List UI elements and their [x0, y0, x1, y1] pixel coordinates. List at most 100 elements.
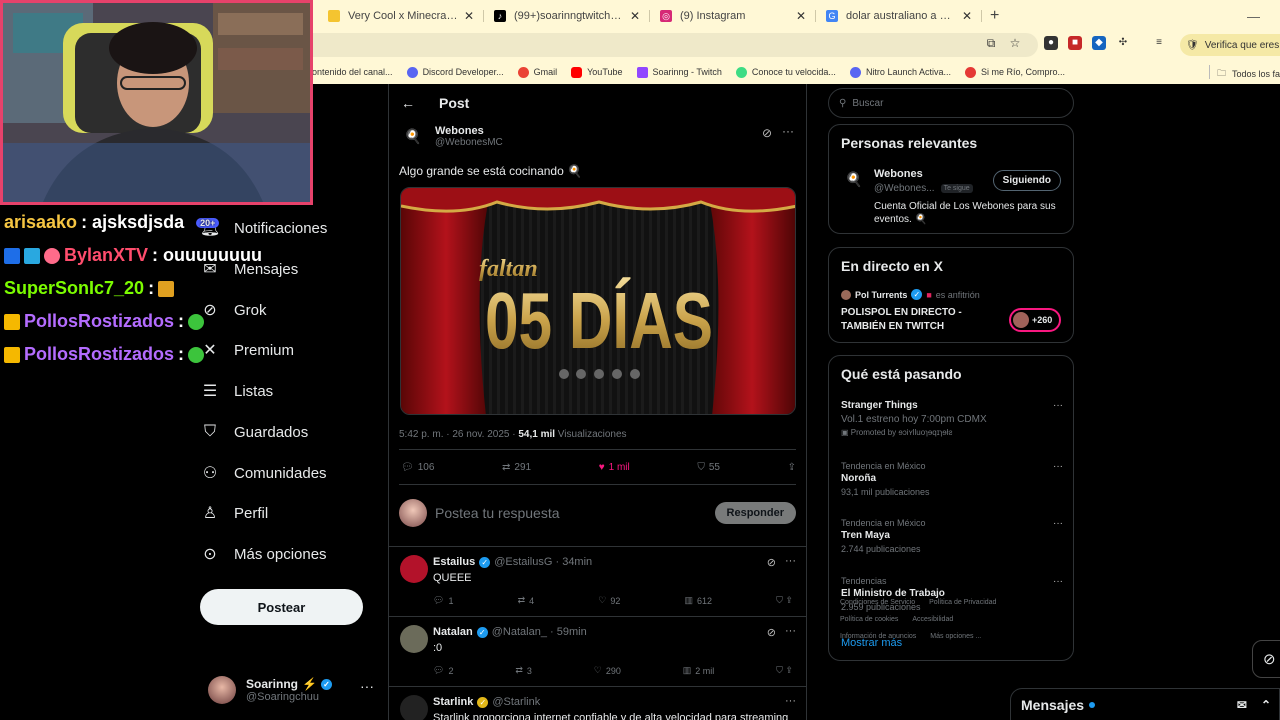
reply-button[interactable]: 💬︎ 1: [433, 595, 453, 606]
more-icon[interactable]: ···: [1053, 461, 1063, 472]
more-circle-icon: ⊙: [203, 546, 217, 563]
live-title[interactable]: POLISPOL EN DIRECTO - TAMBIÉN EN TWITCH: [841, 306, 981, 334]
more-icon[interactable]: ···: [785, 555, 796, 567]
grok-icon[interactable]: ⊘: [762, 126, 772, 140]
new-message-icon[interactable]: ✉: [1237, 698, 1247, 712]
footer-links: Condiciones de Servicio Política de Priva…: [840, 599, 997, 640]
new-tab-button[interactable]: +: [982, 2, 1007, 30]
all-bookmarks[interactable]: 🗀 Todos los fa: [1217, 66, 1280, 82]
more-icon[interactable]: ···: [1053, 518, 1063, 529]
address-bar[interactable]: [300, 33, 1038, 57]
tab-search-icon[interactable]: ≡: [1152, 36, 1166, 50]
trend-item[interactable]: Stranger Things Vol.1 estreno hoy 7:00pm…: [841, 400, 1063, 437]
emote-icon: [188, 313, 205, 330]
avatar: [400, 695, 428, 720]
chart-icon: ▥: [682, 665, 692, 675]
like-button[interactable]: ♡ 290: [594, 665, 621, 676]
browser-tab-active[interactable]: Gdolar australiano a pesos - Bus✕: [816, 2, 982, 30]
bookmark-icon[interactable]: ⛉ ⇪: [776, 595, 793, 606]
bookmark-button[interactable]: ⛉ 55: [697, 462, 720, 473]
extension-icon[interactable]: ■: [1068, 36, 1082, 50]
live-listeners-badge[interactable]: +260: [1009, 308, 1061, 332]
bookmark[interactable]: Discord Developer...: [406, 66, 504, 78]
extension-icon[interactable]: ●: [1044, 36, 1058, 50]
verify-identity-chip[interactable]: 🛡Verifica que eres tú: [1180, 34, 1280, 56]
bookmark[interactable]: ontenido del canal...: [312, 67, 393, 77]
bookmark[interactable]: Si me Río, Compro...: [964, 66, 1065, 78]
close-icon[interactable]: ✕: [464, 9, 474, 23]
countdown-graphic: faltan 05 DÍAS: [401, 188, 795, 414]
nav-communities[interactable]: ⚇ Comunidades: [200, 463, 327, 483]
minimize-icon[interactable]: —: [1247, 9, 1260, 24]
nav-premium[interactable]: ✕ Premium: [200, 340, 294, 360]
close-icon[interactable]: ✕: [630, 9, 640, 23]
repost-button[interactable]: ⇄ 3: [515, 665, 532, 676]
tab-favicon-icon: [328, 10, 340, 22]
more-icon[interactable]: ···: [785, 695, 796, 707]
install-app-icon[interactable]: ⧉: [984, 36, 998, 51]
views-button[interactable]: ▥ 612: [684, 595, 712, 606]
nav-bookmarks[interactable]: ⛉ Guardados: [200, 422, 308, 442]
list-icon: ☰: [202, 383, 218, 400]
bookmark-icon[interactable]: ⛉ ⇪: [776, 665, 793, 676]
reply-button[interactable]: 💬︎ 106: [401, 462, 434, 473]
nav-grok[interactable]: ⊘ Grok: [200, 300, 266, 320]
chart-icon: ▥: [684, 595, 693, 605]
heart-icon: ♡: [593, 665, 602, 675]
browser-tab[interactable]: ◎ (9) Instagram ✕: [650, 2, 816, 30]
following-button[interactable]: Siguiendo: [992, 170, 1061, 191]
window-controls: —: [1247, 2, 1280, 30]
browser-tab[interactable]: Very Cool x Minecraft- Cool Sh✕: [318, 2, 484, 30]
post-image[interactable]: faltan 05 DÍAS: [400, 187, 796, 415]
reply-item[interactable]: Starlink ✓ @Starlink ··· Starlink proporci…: [389, 686, 806, 720]
trend-item[interactable]: Tendencia en México Tren Maya 2.744 publ…: [841, 518, 1063, 554]
search-input[interactable]: ⚲ Buscar: [828, 88, 1074, 118]
bookmark[interactable]: Conoce tu velocida...: [735, 66, 836, 78]
bookmark[interactable]: Gmail: [517, 66, 557, 78]
reply-input[interactable]: Postea tu respuesta: [435, 505, 715, 521]
trend-item[interactable]: Tendencia en México Noroña 93,1 mil publ…: [841, 461, 1063, 497]
nav-more[interactable]: ⊙ Más opciones: [200, 544, 326, 564]
like-button[interactable]: ♡ 92: [598, 595, 620, 606]
close-icon[interactable]: ✕: [962, 9, 972, 23]
avatar: [1013, 312, 1029, 328]
views-button[interactable]: ▥ 2 mil: [683, 665, 715, 676]
more-icon[interactable]: ···: [782, 124, 794, 138]
follows-you-badge: Te sigue: [940, 184, 973, 193]
close-icon[interactable]: ✕: [796, 9, 806, 23]
nav-lists[interactable]: ☰ Listas: [200, 381, 273, 401]
post-button[interactable]: Postear: [200, 589, 363, 625]
more-icon[interactable]: ···: [785, 625, 796, 637]
repost-button[interactable]: ⇄ 291: [502, 462, 531, 473]
chevron-up-icon[interactable]: ⌃: [1261, 698, 1271, 712]
star-icon[interactable]: ☆: [1008, 36, 1022, 51]
bookmark[interactable]: Soarinng - Twitch: [636, 66, 722, 78]
webcam-overlay: [0, 0, 313, 205]
reply-item[interactable]: Natalan ✓ @Natalan_ · 59min ⊘ ··· :0 💬︎ 2 ⇄…: [389, 616, 806, 686]
messages-drawer[interactable]: Mensajes ✉ ⌃: [1010, 688, 1280, 720]
puzzle-icon[interactable]: ✣: [1116, 36, 1130, 50]
grok-icon[interactable]: ⊘: [767, 626, 776, 639]
reply-item[interactable]: Estailus ✓ @EstailusG · 34min ⊘ ··· QUEEE …: [389, 546, 806, 616]
nav-profile[interactable]: ♙ Perfil: [200, 503, 268, 523]
reply-submit-button[interactable]: Responder: [714, 502, 796, 524]
bookmark[interactable]: Nitro Launch Activa...: [849, 66, 951, 78]
account-switcher[interactable]: Soarinng ⚡ ✓ @Soaringchuu ···: [208, 676, 378, 704]
reply-button[interactable]: 💬︎ 2: [433, 665, 453, 676]
post-author[interactable]: 🍳 Webones @WebonesMC: [401, 124, 503, 148]
bookmark[interactable]: YouTube: [571, 66, 623, 78]
more-icon[interactable]: ···: [1053, 576, 1063, 587]
crown-badge-icon: [4, 313, 20, 330]
shield-icon: 🛡: [1186, 39, 1199, 51]
grok-icon[interactable]: ⊘: [767, 556, 776, 569]
browser-tab[interactable]: ♪(99+)soarinngtwitch (@soarinn✕: [484, 2, 650, 30]
badge-icon: [44, 247, 60, 264]
repost-button[interactable]: ⇄ 4: [518, 595, 535, 606]
more-icon[interactable]: ···: [1053, 400, 1063, 411]
reply-icon: 💬︎: [401, 462, 414, 473]
extension-icon[interactable]: ◆: [1092, 36, 1106, 50]
grok-fab[interactable]: ⊘: [1252, 640, 1280, 678]
back-arrow-icon[interactable]: ←: [401, 95, 415, 111]
like-button[interactable]: ♥ 1 mil: [599, 462, 630, 473]
share-button[interactable]: ⇪: [788, 462, 796, 473]
